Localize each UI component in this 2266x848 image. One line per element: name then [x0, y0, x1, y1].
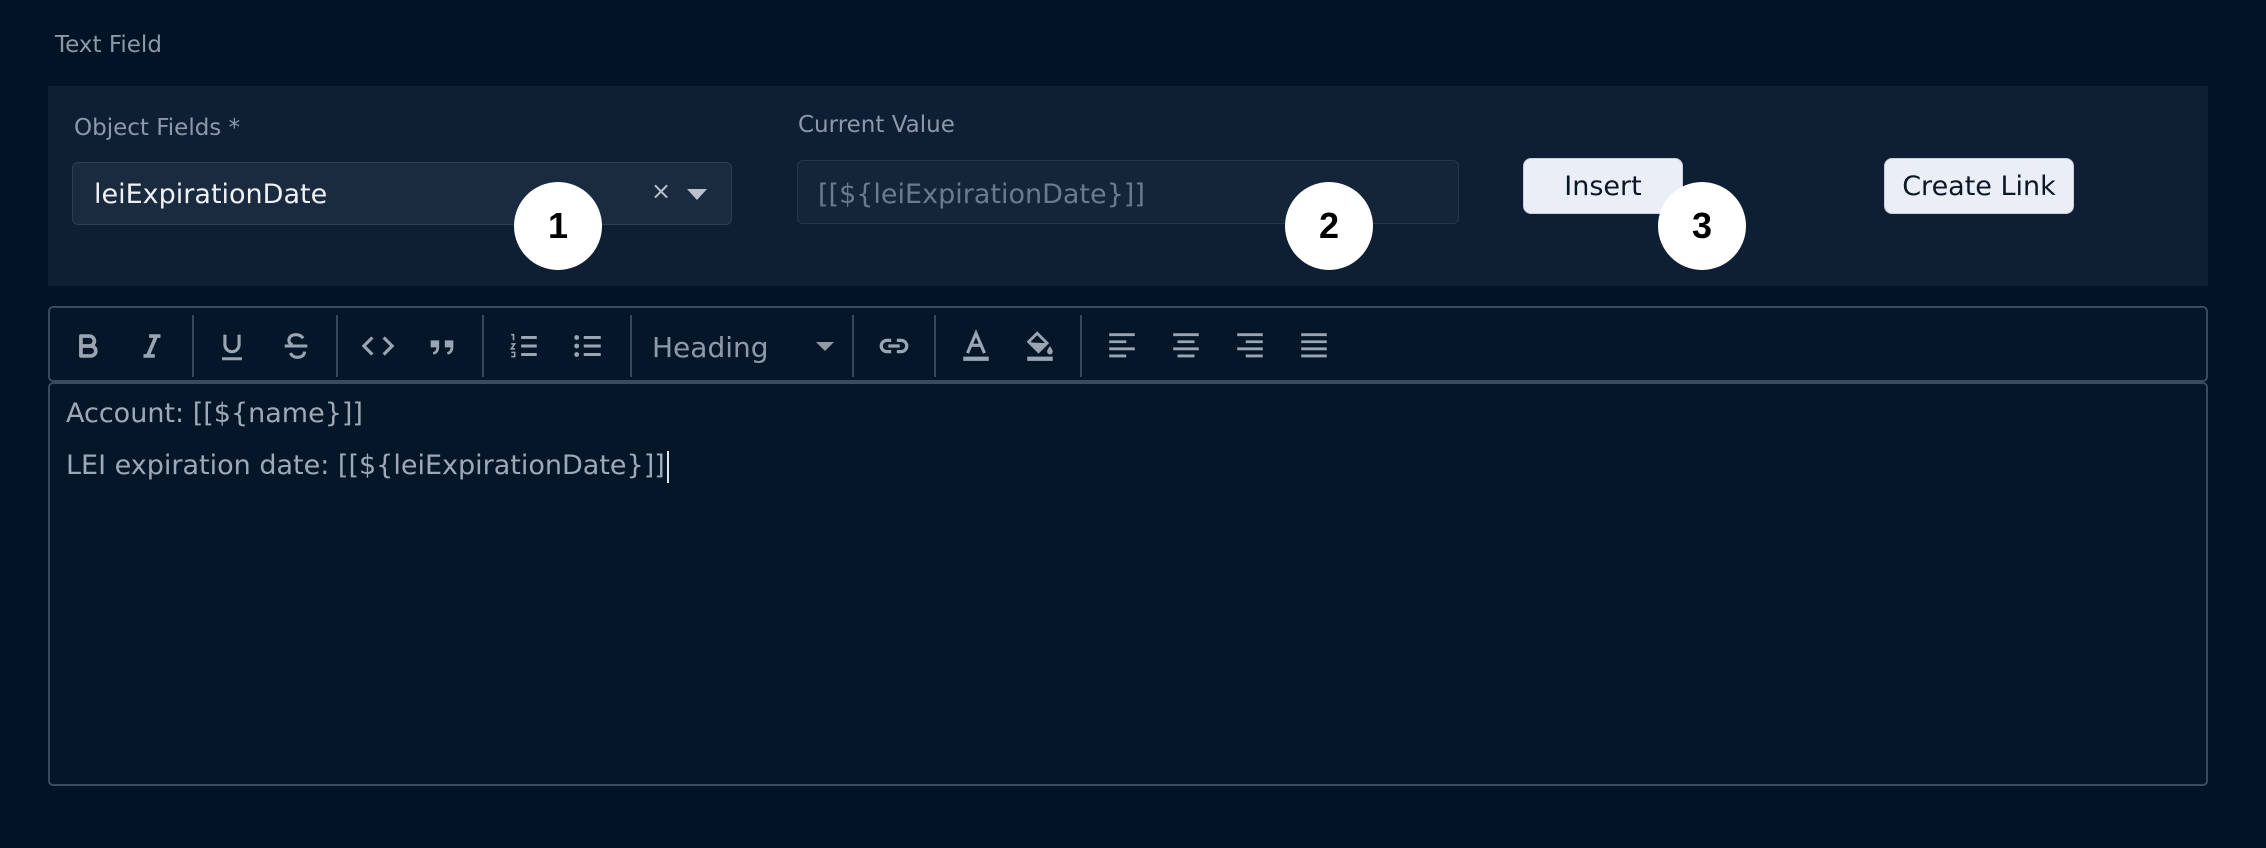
- object-fields-select[interactable]: leiExpirationDate ×: [72, 162, 732, 225]
- current-value-label: Current Value: [798, 112, 955, 138]
- toolbar-divider: [192, 315, 194, 377]
- editor-line-lei-text: LEI expiration date: [[${leiExpirationDa…: [66, 450, 665, 481]
- rich-text-editor[interactable]: Account: [[${name}]] LEI expiration date…: [48, 382, 2208, 786]
- text-cursor: [666, 450, 669, 483]
- toolbar-divider: [1080, 315, 1082, 377]
- step-badge-1: 1: [514, 182, 602, 270]
- align-justify-icon[interactable]: [1294, 326, 1334, 366]
- editor-line-account: Account: [[${name}]]: [66, 398, 363, 429]
- strikethrough-icon[interactable]: [276, 326, 316, 366]
- editor-toolbar: Heading: [48, 306, 2208, 382]
- toolbar-divider: [934, 315, 936, 377]
- toolbar-divider: [336, 315, 338, 377]
- current-value-text: [[${leiExpirationDate}]]: [818, 179, 1145, 210]
- editor-line-lei: LEI expiration date: [[${leiExpirationDa…: [66, 450, 669, 483]
- text-color-icon[interactable]: [956, 326, 996, 366]
- create-link-button[interactable]: Create Link: [1884, 158, 2074, 214]
- align-center-icon[interactable]: [1166, 326, 1206, 366]
- heading-select[interactable]: Heading: [650, 326, 890, 366]
- underline-icon[interactable]: [212, 326, 252, 366]
- step-badge-3: 3: [1658, 182, 1746, 270]
- italic-icon[interactable]: [132, 326, 172, 366]
- chevron-down-icon[interactable]: [687, 189, 707, 200]
- toolbar-divider: [630, 315, 632, 377]
- blockquote-icon[interactable]: [422, 326, 462, 366]
- object-fields-label: Object Fields *: [74, 115, 241, 141]
- code-icon[interactable]: [358, 326, 398, 366]
- highlight-color-icon[interactable]: [1020, 326, 1060, 366]
- bold-icon[interactable]: [68, 326, 108, 366]
- toolbar-divider: [482, 315, 484, 377]
- chevron-down-icon: [816, 342, 834, 351]
- clear-icon[interactable]: ×: [651, 177, 671, 205]
- heading-select-label: Heading: [652, 331, 769, 364]
- align-left-icon[interactable]: [1102, 326, 1142, 366]
- insert-button[interactable]: Insert: [1523, 158, 1683, 214]
- bullet-list-icon[interactable]: [568, 326, 608, 366]
- step-badge-2: 2: [1285, 182, 1373, 270]
- ordered-list-icon[interactable]: [504, 326, 544, 366]
- object-fields-selected-value: leiExpirationDate: [94, 179, 328, 210]
- toolbar-divider: [852, 315, 854, 377]
- align-right-icon[interactable]: [1230, 326, 1270, 366]
- section-label: Text Field: [55, 32, 162, 58]
- link-icon[interactable]: [874, 326, 914, 366]
